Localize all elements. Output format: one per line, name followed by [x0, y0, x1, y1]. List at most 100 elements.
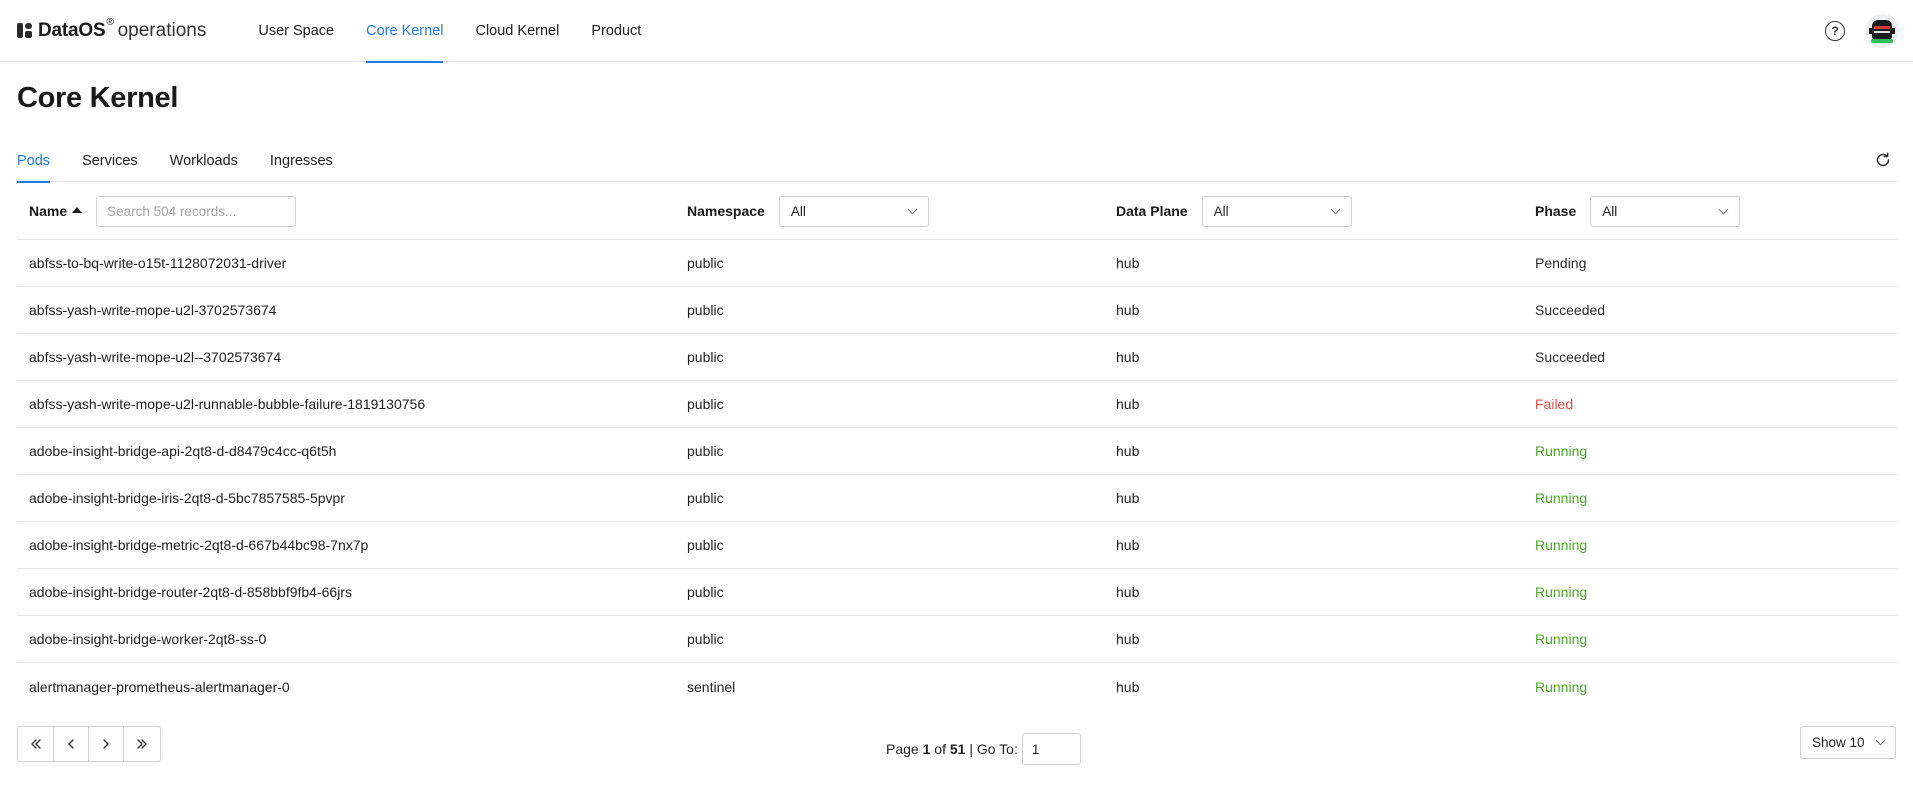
page-size-value: Show 10	[1812, 735, 1865, 750]
help-circle-icon[interactable]: ?	[1825, 21, 1845, 41]
table-row[interactable]: adobe-insight-bridge-iris-2qt8-d-5bc7857…	[17, 475, 1897, 522]
avatar-robot-icon	[1865, 14, 1899, 48]
namespace-cell: public	[687, 537, 724, 553]
page-size-select[interactable]: Show 10	[1800, 726, 1896, 759]
header-namespace-cell: Namespace All	[687, 183, 929, 239]
chevron-down-icon	[1875, 735, 1886, 746]
tab-pods[interactable]: Pods	[17, 140, 66, 183]
page-info: Page 1 of 51 | Go To:	[886, 733, 1081, 765]
table-row[interactable]: abfss-yash-write-mope-u2l-3702573674 publ…	[17, 287, 1897, 334]
phase-cell: Pending	[1535, 255, 1587, 271]
chevron-left-icon	[68, 739, 74, 749]
data-plane-cell: hub	[1116, 490, 1140, 506]
namespace-cell: public	[687, 349, 724, 365]
data-plane-cell: hub	[1116, 678, 1140, 695]
nav-links: User Space Core Kernel Cloud Kernel Prod…	[242, 0, 657, 63]
header-name-cell: Name	[29, 183, 297, 239]
data-plane-cell: hub	[1116, 584, 1140, 600]
pod-name-cell: abfss-yash-write-mope-u2l-3702573674	[29, 302, 277, 318]
phase-cell: Succeeded	[1535, 302, 1606, 318]
data-plane-cell: hub	[1116, 631, 1140, 647]
search-input[interactable]	[96, 195, 297, 227]
data-plane-filter-value: All	[1213, 203, 1229, 219]
pod-name-cell: adobe-insight-bridge-iris-2qt8-d-5bc7857…	[29, 490, 345, 506]
pods-table: Name Namespace All Data Plane All Phase …	[17, 183, 1897, 710]
pod-name-cell: adobe-insight-bridge-worker-2qt8-ss-0	[29, 631, 267, 647]
column-header-name[interactable]: Name	[29, 203, 67, 219]
phase-cell: Running	[1535, 490, 1588, 506]
pod-name-cell: abfss-yash-write-mope-u2l-runnable-bubbl…	[29, 396, 426, 412]
table-row[interactable]: adobe-insight-bridge-router-2qt8-d-858bb…	[17, 569, 1897, 616]
pod-name-cell: abfss-to-bq-write-o15t-1128072031-driver	[29, 255, 287, 271]
table-body: abfss-to-bq-write-o15t-1128072031-driver…	[17, 240, 1897, 710]
nav-product[interactable]: Product	[575, 0, 657, 62]
table-row[interactable]: adobe-insight-bridge-worker-2qt8-ss-0 pub…	[17, 616, 1897, 663]
data-plane-cell: hub	[1116, 302, 1140, 318]
avatar[interactable]	[1865, 14, 1899, 48]
namespace-cell: public	[687, 443, 724, 459]
namespace-cell: sentinel	[687, 678, 736, 695]
pod-name-cell: adobe-insight-bridge-metric-2qt8-d-667b4…	[29, 537, 369, 553]
phase-cell: Running	[1535, 678, 1588, 695]
namespace-cell: public	[687, 490, 724, 506]
table-row[interactable]: adobe-insight-bridge-api-2qt8-d-d8479c4c…	[17, 428, 1897, 475]
double-chevron-left-icon	[30, 739, 41, 749]
first-page-button[interactable]	[18, 727, 54, 761]
phase-cell: Succeeded	[1535, 349, 1606, 365]
goto-page-input[interactable]	[1021, 733, 1081, 765]
tab-ingresses[interactable]: Ingresses	[254, 140, 349, 182]
header-data-plane-cell: Data Plane All	[1116, 183, 1352, 239]
namespace-cell: public	[687, 584, 724, 600]
pagination-controls	[17, 726, 161, 762]
previous-page-button[interactable]	[54, 727, 89, 761]
chevron-down-icon	[907, 204, 918, 214]
chevron-down-icon	[1330, 204, 1341, 214]
refresh-icon[interactable]	[1873, 150, 1893, 170]
namespace-filter-select[interactable]: All	[778, 195, 929, 227]
nav-user-space[interactable]: User Space	[242, 0, 350, 62]
last-page-button[interactable]	[124, 727, 160, 761]
of-label: of	[934, 741, 946, 757]
phase-filter-value: All	[1602, 203, 1618, 219]
phase-cell: Running	[1535, 443, 1588, 459]
column-header-data-plane: Data Plane	[1116, 203, 1188, 219]
phase-filter-select[interactable]: All	[1590, 195, 1741, 227]
column-header-phase: Phase	[1535, 203, 1577, 219]
chevron-down-icon	[1718, 204, 1729, 214]
data-plane-cell: hub	[1116, 255, 1140, 271]
namespace-cell: public	[687, 631, 724, 647]
data-plane-cell: hub	[1116, 443, 1140, 459]
brand-subtitle: operations	[117, 19, 207, 41]
goto-label: | Go To:	[969, 741, 1018, 757]
table-row[interactable]: adobe-insight-bridge-metric-2qt8-d-667b4…	[17, 522, 1897, 569]
tab-services[interactable]: Services	[66, 140, 154, 182]
table-row[interactable]: abfss-yash-write-mope-u2l--3702573674 pub…	[17, 334, 1897, 381]
chevron-right-icon	[103, 739, 109, 749]
next-page-button[interactable]	[89, 727, 124, 761]
sort-ascending-icon[interactable]	[72, 207, 83, 213]
brand-name: DataOS®	[38, 16, 114, 41]
data-plane-cell: hub	[1116, 396, 1140, 412]
brand-logo[interactable]: DataOS® operations	[17, 0, 206, 62]
page-title: Core Kernel	[17, 82, 179, 114]
current-page: 1	[922, 741, 931, 757]
namespace-cell: public	[687, 302, 724, 318]
header-phase-cell: Phase All	[1535, 183, 1741, 239]
namespace-cell: public	[687, 396, 724, 412]
table-row[interactable]: abfss-yash-write-mope-u2l-runnable-bubbl…	[17, 381, 1897, 428]
namespace-cell: public	[687, 255, 724, 271]
pod-name-cell: adobe-insight-bridge-router-2qt8-d-858bb…	[29, 584, 352, 600]
nav-cloud-kernel[interactable]: Cloud Kernel	[459, 0, 575, 62]
data-plane-cell: hub	[1116, 349, 1140, 365]
data-plane-cell: hub	[1116, 537, 1140, 553]
phase-cell: Failed	[1535, 396, 1574, 412]
nav-core-kernel[interactable]: Core Kernel	[350, 0, 459, 63]
table-row[interactable]: abfss-to-bq-write-o15t-1128072031-driver…	[17, 240, 1897, 287]
data-plane-filter-select[interactable]: All	[1201, 195, 1352, 227]
phase-cell: Running	[1535, 537, 1588, 553]
pod-name-cell: abfss-yash-write-mope-u2l--3702573674	[29, 349, 282, 365]
pod-name-cell: adobe-insight-bridge-api-2qt8-d-d8479c4c…	[29, 443, 337, 459]
table-row[interactable]: alertmanager-prometheus-alertmanager-0 se…	[17, 663, 1897, 710]
tab-workloads[interactable]: Workloads	[154, 140, 254, 182]
table-header: Name Namespace All Data Plane All Phase …	[17, 183, 1897, 240]
